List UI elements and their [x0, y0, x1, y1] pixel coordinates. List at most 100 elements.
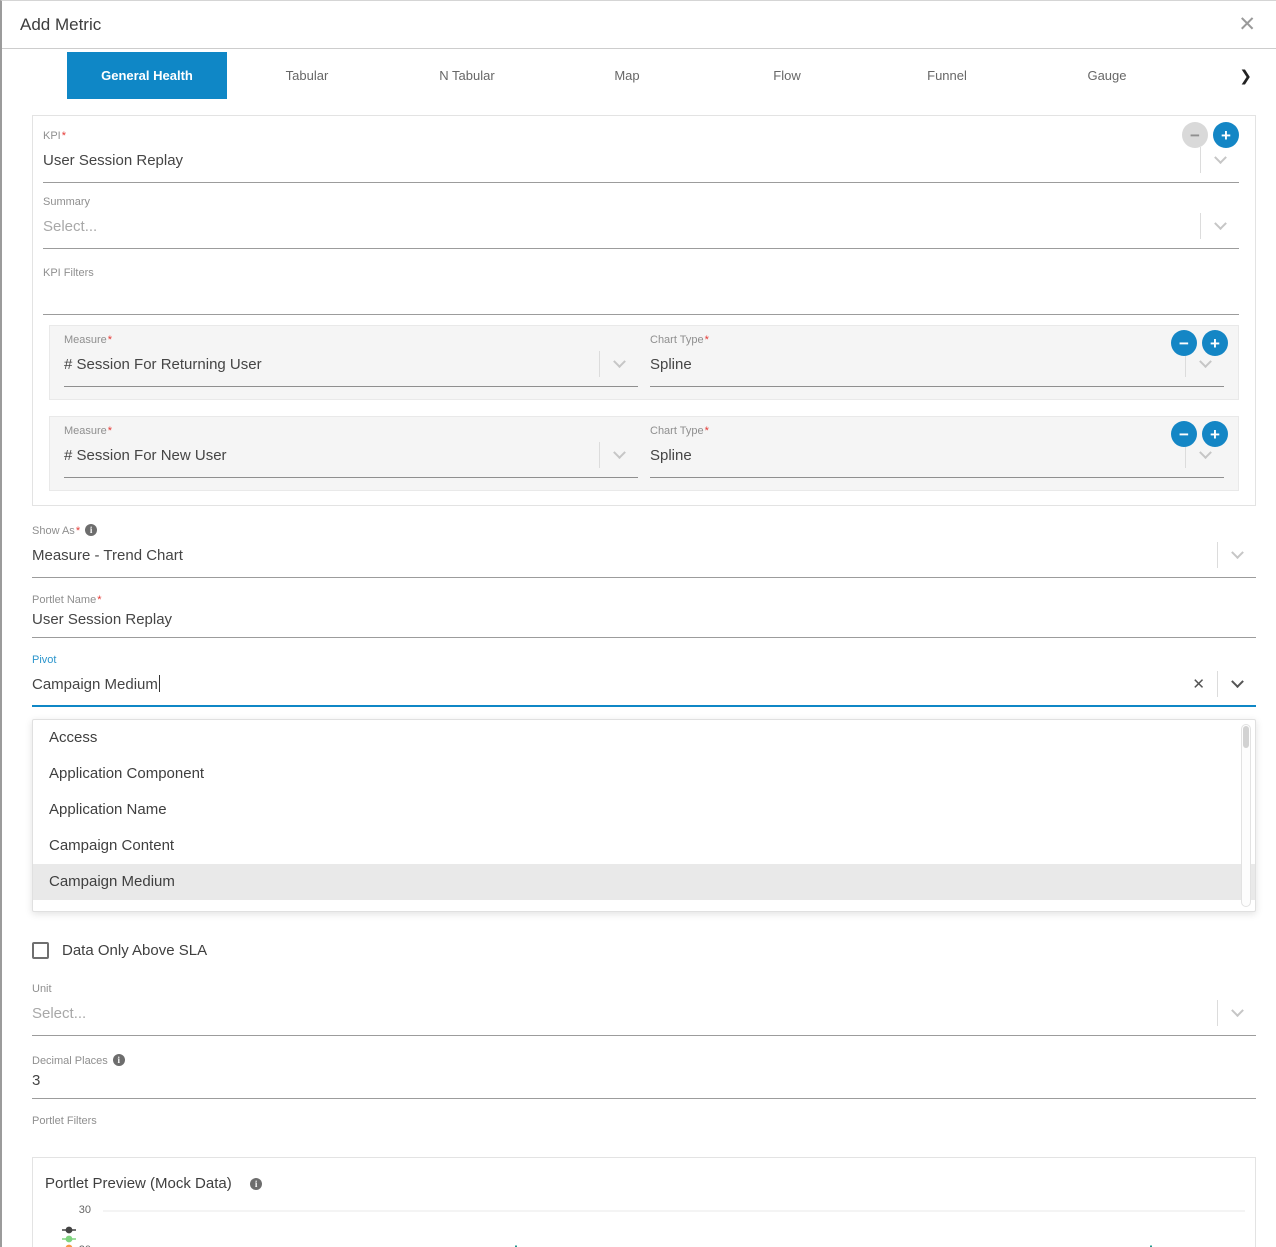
info-icon[interactable] — [113, 1054, 125, 1066]
chevron-down-icon — [613, 446, 626, 459]
measure-dropdown-button[interactable] — [600, 360, 638, 369]
chart-type-value: Spline — [650, 447, 1185, 464]
summary-select[interactable]: Select... — [43, 210, 1239, 249]
tab-general-health[interactable]: General Health — [67, 52, 227, 99]
tab-gauge[interactable]: Gauge — [1027, 52, 1187, 99]
chart-type-label: Chart Type* — [650, 425, 1224, 437]
summary-label: Summary — [43, 196, 1239, 208]
unit-select[interactable]: Select... — [32, 997, 1256, 1036]
kpi-filters-input[interactable] — [43, 281, 1239, 315]
chart-type-field: Chart Type* Spline — [650, 334, 1224, 387]
pivot-dropdown-button[interactable] — [1218, 680, 1256, 689]
data-only-above-sla-checkbox[interactable] — [32, 942, 49, 959]
unit-dropdown-button[interactable] — [1218, 1009, 1256, 1018]
close-icon[interactable]: ✕ — [1238, 14, 1256, 35]
show-as-label: Show As* — [32, 524, 1256, 537]
measure-field: Measure* # Session For New User — [64, 425, 638, 478]
portlet-filters-label: Portlet Filters — [32, 1115, 1256, 1127]
preview-spline-chart — [33, 1158, 1257, 1247]
unit-label: Unit — [32, 983, 1256, 995]
show-as-dropdown-button[interactable] — [1218, 551, 1256, 560]
required-marker: * — [705, 425, 709, 437]
tab-funnel[interactable]: Funnel — [867, 52, 1027, 99]
option-partial[interactable]: Campaign Name — [33, 900, 1255, 911]
add-measure-button[interactable]: + — [1202, 330, 1228, 356]
chart-type-label: Chart Type* — [650, 334, 1224, 346]
portlet-name-field: Portlet Name* User Session Replay — [32, 594, 1256, 638]
modal-title: Add Metric — [20, 15, 101, 35]
chart-type-select[interactable]: Spline — [650, 439, 1224, 478]
info-icon[interactable] — [85, 524, 97, 536]
dropdown-scrollbar[interactable] — [1241, 724, 1251, 907]
portlet-filters-field: Portlet Filters — [32, 1115, 1256, 1127]
decimal-places-value: 3 — [32, 1072, 1256, 1089]
tab-label: Gauge — [1087, 68, 1126, 83]
portlet-name-input[interactable]: User Session Replay — [32, 608, 1256, 638]
measure-select[interactable]: # Session For New User — [64, 439, 638, 478]
tab-label: Map — [614, 68, 639, 83]
kpi-select[interactable]: User Session Replay — [43, 144, 1239, 183]
info-icon[interactable] — [250, 1178, 262, 1190]
add-measure-button[interactable]: + — [1202, 421, 1228, 447]
show-as-select[interactable]: Measure - Trend Chart — [32, 539, 1256, 578]
option-campaign-medium[interactable]: Campaign Medium — [33, 864, 1255, 900]
measure-field: Measure* # Session For Returning User — [64, 334, 638, 387]
chart-type-dropdown-button[interactable] — [1186, 451, 1224, 460]
summary-dropdown-button[interactable] — [1201, 222, 1239, 231]
kpi-dropdown-button[interactable] — [1201, 156, 1239, 165]
add-metric-modal: Add Metric ✕ General Health Tabular N Ta… — [0, 0, 1276, 1247]
modal-header: Add Metric ✕ — [2, 1, 1276, 49]
summary-field: Summary Select... — [43, 196, 1239, 249]
tab-label: Flow — [773, 68, 800, 83]
chart-type-field: Chart Type* Spline — [650, 425, 1224, 478]
required-marker: * — [108, 425, 112, 437]
add-kpi-button[interactable]: + — [1213, 122, 1239, 148]
chevron-down-icon — [1199, 446, 1212, 459]
portlet-name-label: Portlet Name* — [32, 594, 1256, 606]
measure-row: − + Measure* # Session For Returning Use… — [49, 325, 1239, 400]
unit-placeholder: Select... — [32, 1005, 1217, 1022]
remove-measure-button[interactable]: − — [1171, 421, 1197, 447]
remove-measure-button[interactable]: − — [1171, 330, 1197, 356]
clear-icon[interactable]: ✕ — [1180, 675, 1217, 693]
summary-placeholder: Select... — [43, 218, 1200, 235]
tab-map[interactable]: Map — [547, 52, 707, 99]
required-marker: * — [76, 525, 80, 537]
decimal-places-field: Decimal Places 3 — [32, 1054, 1256, 1099]
chevron-down-icon — [1231, 1004, 1244, 1017]
option-application-component[interactable]: Application Component — [33, 756, 1255, 792]
scrollbar-thumb[interactable] — [1243, 726, 1249, 748]
tab-flow[interactable]: Flow — [707, 52, 867, 99]
required-marker: * — [97, 594, 101, 606]
chevron-down-icon — [1214, 217, 1227, 230]
pivot-input[interactable]: Campaign Medium ✕ — [32, 668, 1256, 707]
option-application-name[interactable]: Application Name — [33, 792, 1255, 828]
chevron-down-icon — [613, 355, 626, 368]
decimal-places-input[interactable]: 3 — [32, 1069, 1256, 1099]
pivot-value: Campaign Medium — [32, 675, 1180, 693]
kpi-label: KPI* — [43, 130, 1239, 142]
measure-label: Measure* — [64, 425, 638, 437]
tab-label: N Tabular — [439, 68, 494, 83]
chart-type-dropdown-button[interactable] — [1186, 360, 1224, 369]
show-as-value: Measure - Trend Chart — [32, 547, 1217, 564]
tab-tabular[interactable]: Tabular — [227, 52, 387, 99]
measure-value: # Session For New User — [64, 447, 599, 464]
unit-field: Unit Select... — [32, 983, 1256, 1036]
measure-select[interactable]: # Session For Returning User — [64, 348, 638, 387]
tabs-scroll-right-icon[interactable]: ❯ — [1239, 67, 1252, 85]
option-campaign-content[interactable]: Campaign Content — [33, 828, 1255, 864]
measure-value: # Session For Returning User — [64, 356, 599, 373]
tab-label: Tabular — [286, 68, 329, 83]
measure-dropdown-button[interactable] — [600, 451, 638, 460]
chart-type-select[interactable]: Spline — [650, 348, 1224, 387]
tab-n-tabular[interactable]: N Tabular — [387, 52, 547, 99]
kpi-filters-label: KPI Filters — [43, 267, 1239, 279]
measure-row: − + Measure* # Session For New User Char… — [49, 416, 1239, 491]
chevron-down-icon — [1231, 675, 1244, 688]
remove-kpi-button[interactable]: − — [1182, 122, 1208, 148]
checkbox-label: Data Only Above SLA — [62, 942, 207, 959]
required-marker: * — [705, 334, 709, 346]
tab-label: Funnel — [927, 68, 967, 83]
option-access[interactable]: Access — [33, 720, 1255, 756]
